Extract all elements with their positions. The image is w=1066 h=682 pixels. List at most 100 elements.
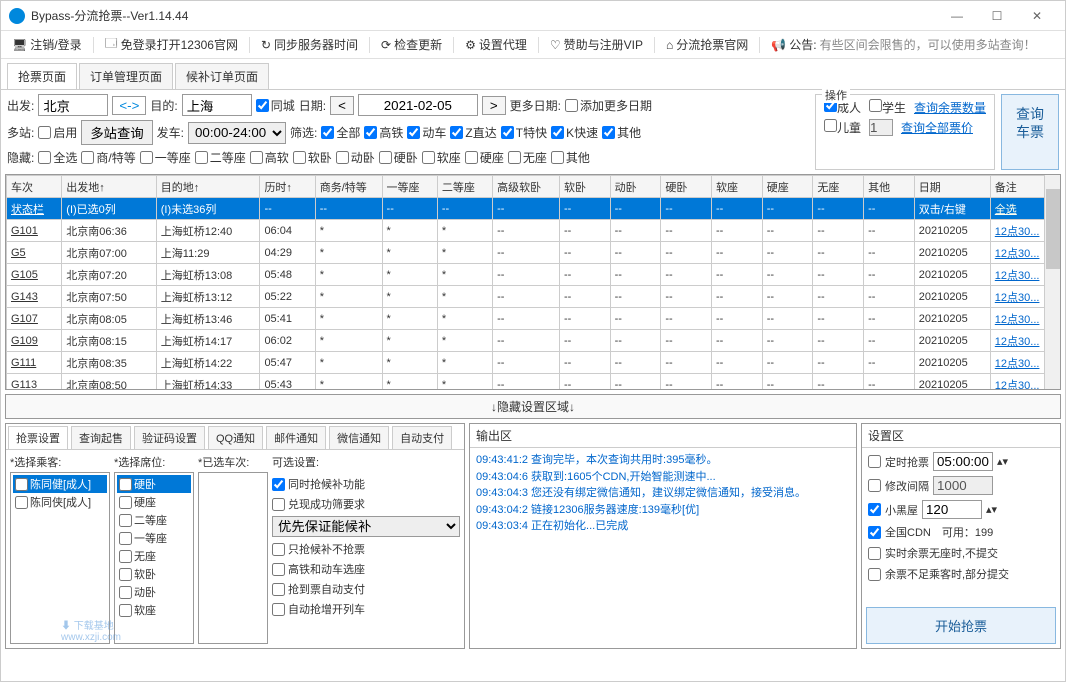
- timed-grab-check[interactable]: [868, 455, 881, 468]
- opt-priority-select[interactable]: 优先保证能候补: [272, 516, 460, 537]
- table-row[interactable]: G109北京南08:15上海虹桥14:1706:02***-----------…: [7, 330, 1060, 352]
- hide-ruanwo[interactable]: [293, 151, 306, 164]
- hide-all-check[interactable]: [38, 151, 51, 164]
- cdn-check[interactable]: [868, 526, 881, 539]
- filter-k[interactable]: [551, 126, 564, 139]
- seat-item[interactable]: 动卧: [117, 583, 191, 601]
- table-header[interactable]: 硬座: [762, 176, 813, 198]
- table-row[interactable]: G107北京南08:05上海虹桥13:4605:41***-----------…: [7, 308, 1060, 330]
- same-city-check[interactable]: [256, 99, 269, 112]
- official-site-button[interactable]: ⌂ 分流抢票官网: [661, 36, 753, 53]
- seat-item[interactable]: 二等座: [117, 511, 191, 529]
- stab-qq[interactable]: QQ通知: [208, 426, 263, 449]
- date-prev-button[interactable]: <: [330, 96, 354, 115]
- seat-item[interactable]: 软卧: [117, 565, 191, 583]
- output-log[interactable]: 09:43:41:2 查询完毕，本次查询共用时:395毫秒。09:43:04:6…: [470, 448, 856, 648]
- table-header[interactable]: 无座: [813, 176, 864, 198]
- opt-redeem[interactable]: [272, 498, 285, 511]
- timed-value[interactable]: [933, 452, 993, 471]
- hide-settings-bar[interactable]: ↓隐藏设置区域↓: [5, 394, 1061, 419]
- table-header[interactable]: 历时↑: [260, 176, 315, 198]
- table-row[interactable]: G101北京南06:36上海虹桥12:4006:04***-----------…: [7, 220, 1060, 242]
- date-input[interactable]: [358, 94, 478, 116]
- from-input[interactable]: [38, 94, 108, 116]
- table-header[interactable]: 软座: [712, 176, 763, 198]
- passenger-item[interactable]: 陈同健[成人]: [13, 475, 107, 493]
- filter-z[interactable]: [450, 126, 463, 139]
- table-row[interactable]: G113北京南08:50上海虹桥14:3305:43***-----------…: [7, 374, 1060, 391]
- table-header[interactable]: 日期: [914, 176, 990, 198]
- start-grab-button[interactable]: 开始抢票: [866, 607, 1056, 644]
- passenger-item[interactable]: 陈同侠[成人]: [13, 493, 107, 511]
- table-header[interactable]: 一等座: [382, 176, 437, 198]
- add-more-date-check[interactable]: [565, 99, 578, 112]
- table-row[interactable]: G143北京南07:50上海虹桥13:1205:22***-----------…: [7, 286, 1060, 308]
- logout-login-button[interactable]: 🖥 注销/登录: [7, 36, 87, 53]
- sync-time-button[interactable]: ↻ 同步服务器时间: [256, 36, 363, 53]
- table-header[interactable]: 高级软卧: [493, 176, 560, 198]
- stab-autopay[interactable]: 自动支付: [392, 426, 452, 449]
- filter-all[interactable]: [321, 126, 334, 139]
- hide-yingzuo[interactable]: [465, 151, 478, 164]
- blackroom-check[interactable]: [868, 503, 881, 516]
- notenough-check[interactable]: [868, 568, 881, 581]
- seat-item[interactable]: 无座: [117, 547, 191, 565]
- table-header[interactable]: 商务/特等: [315, 176, 382, 198]
- table-row[interactable]: G5北京南07:00上海11:2904:29***---------------…: [7, 242, 1060, 264]
- filter-gaotie[interactable]: [364, 126, 377, 139]
- open-12306-button[interactable]: 🗔 免登录打开12306官网: [100, 34, 243, 55]
- hide-ruanzuo[interactable]: [422, 151, 435, 164]
- check-update-button[interactable]: ⟳ 检查更新: [376, 36, 447, 53]
- table-header[interactable]: 目的地↑: [156, 176, 260, 198]
- seat-item[interactable]: 一等座: [117, 529, 191, 547]
- stab-mail[interactable]: 邮件通知: [266, 426, 326, 449]
- table-header[interactable]: 二等座: [437, 176, 492, 198]
- spinner-icon[interactable]: ▴▾: [997, 455, 1008, 468]
- table-header[interactable]: 其他: [864, 176, 915, 198]
- hide-first[interactable]: [140, 151, 153, 164]
- spinner-icon-2[interactable]: ▴▾: [986, 503, 997, 516]
- depart-time-select[interactable]: 00:00-24:00: [188, 122, 286, 144]
- filter-other[interactable]: [602, 126, 615, 139]
- query-tickets-button[interactable]: 查询车票: [1001, 94, 1059, 170]
- close-button[interactable]: ✕: [1017, 2, 1057, 30]
- enable-multi-check[interactable]: [38, 126, 51, 139]
- table-header[interactable]: 动卧: [610, 176, 661, 198]
- table-header[interactable]: 车次: [7, 176, 62, 198]
- table-row[interactable]: G111北京南08:35上海虹桥14:2205:47***-----------…: [7, 352, 1060, 374]
- hide-gaoruan[interactable]: [250, 151, 263, 164]
- opt-seat-select[interactable]: [272, 563, 285, 576]
- set-proxy-button[interactable]: ⚙ 设置代理: [460, 36, 532, 53]
- seat-item[interactable]: 硬座: [117, 493, 191, 511]
- status-row[interactable]: 状态栏(I)已选0列(I)未选36列----------------------…: [7, 198, 1060, 220]
- tab-order-manage[interactable]: 订单管理页面: [79, 63, 173, 89]
- seat-item[interactable]: 软座: [117, 601, 191, 619]
- to-input[interactable]: [182, 94, 252, 116]
- stab-grab[interactable]: 抢票设置: [8, 426, 68, 449]
- student-check[interactable]: [869, 99, 882, 112]
- sponsor-vip-button[interactable]: ♡ 赞助与注册VIP: [545, 36, 648, 53]
- child-check[interactable]: [824, 119, 837, 132]
- stab-wechat[interactable]: 微信通知: [329, 426, 389, 449]
- minimize-button[interactable]: —: [937, 2, 977, 30]
- tab-waitlist-order[interactable]: 候补订单页面: [175, 63, 269, 89]
- filter-dongche[interactable]: [407, 126, 420, 139]
- opt-only-waitlist[interactable]: [272, 543, 285, 556]
- hide-dongwo[interactable]: [336, 151, 349, 164]
- selected-train-list[interactable]: [198, 472, 268, 644]
- hide-other[interactable]: [551, 151, 564, 164]
- stab-presale[interactable]: 查询起售: [71, 426, 131, 449]
- opt-auto-pay[interactable]: [272, 583, 285, 596]
- stab-captcha[interactable]: 验证码设置: [134, 426, 205, 449]
- passenger-list[interactable]: 陈同健[成人] 陈同侠[成人]: [10, 472, 110, 644]
- tab-grab-page[interactable]: 抢票页面: [7, 63, 77, 89]
- seat-list[interactable]: 硬卧 硬座 二等座 一等座 无座 软卧 动卧 软座: [114, 472, 194, 644]
- table-row[interactable]: G105北京南07:20上海虹桥13:0805:48***-----------…: [7, 264, 1060, 286]
- table-header[interactable]: 出发地↑: [62, 176, 156, 198]
- hide-second[interactable]: [195, 151, 208, 164]
- table-header[interactable]: 硬卧: [661, 176, 712, 198]
- query-remain-link[interactable]: 查询余票数量: [914, 99, 986, 116]
- hide-business[interactable]: [81, 151, 94, 164]
- date-next-button[interactable]: >: [482, 96, 506, 115]
- query-price-link[interactable]: 查询全部票价: [901, 119, 973, 136]
